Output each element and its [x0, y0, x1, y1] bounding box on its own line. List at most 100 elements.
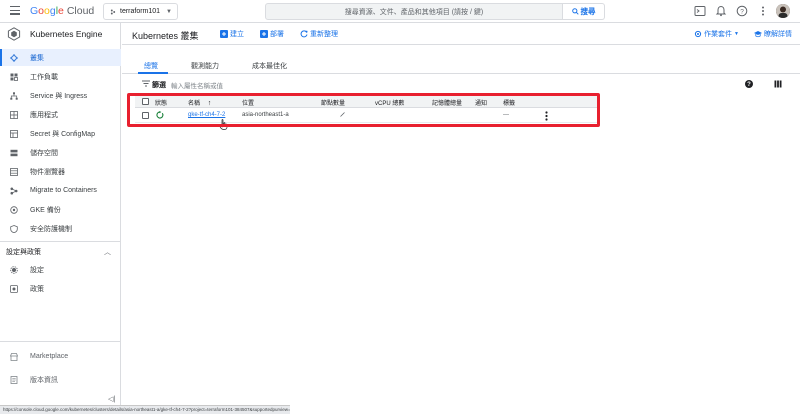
- sidebar-item-workloads[interactable]: 工作負載: [0, 68, 121, 85]
- release-notes-icon: [10, 375, 18, 384]
- migrate-icon: [10, 187, 18, 194]
- page-header: Kubernetes 叢集 建立 部署 重新整理 作業套件 ▼ 瞭解詳情: [122, 23, 800, 45]
- collapse-sidebar-icon[interactable]: ◁|: [108, 395, 115, 403]
- sidebar-item-secrets[interactable]: Secret 與 ConfigMap: [0, 125, 121, 142]
- tab-cost-optimization[interactable]: 成本最佳化: [252, 61, 287, 71]
- clusters-icon: [10, 53, 18, 62]
- main-menu-icon[interactable]: [10, 6, 20, 16]
- header-memory[interactable]: 記憶體總量: [432, 98, 462, 107]
- cluster-labels: —: [503, 112, 509, 118]
- cloud-shell-icon[interactable]: [694, 5, 706, 17]
- tab-observability[interactable]: 觀測能力: [191, 61, 219, 71]
- sidebar-divider-bottom: [0, 341, 121, 342]
- avatar[interactable]: [776, 4, 790, 18]
- help-icon[interactable]: ?: [736, 5, 748, 17]
- kubernetes-engine-icon: [7, 27, 21, 41]
- browser-status-url: https://console.cloud.google.com/kuberne…: [0, 405, 290, 414]
- header-notifications[interactable]: 通知: [475, 98, 487, 107]
- search-input[interactable]: 搜尋資源、文件、產品和其他項目 (請按 / 鍵): [265, 3, 563, 20]
- table-row[interactable]: gke-tf-ch4-7-2 asia-northeast1-a —: [135, 108, 597, 123]
- hand-pointer-cursor-icon: [219, 119, 228, 130]
- header-vcpu[interactable]: vCPU 總數: [375, 98, 404, 107]
- filter-bar[interactable]: 篩選 輸入屬性名稱或值 ?: [122, 75, 800, 92]
- project-icon: [110, 9, 116, 14]
- status-ok-icon: [156, 111, 164, 119]
- project-selector[interactable]: terraform101 ▼: [103, 3, 178, 20]
- header-status[interactable]: 狀態: [155, 98, 167, 107]
- backup-icon: [10, 205, 18, 214]
- operations-icon: [694, 30, 702, 38]
- search-button[interactable]: 搜尋: [563, 3, 605, 20]
- chevron-down-icon: ▼: [166, 8, 172, 15]
- clusters-table: 狀態 名稱 ↑ 位置 節點數量 vCPU 總數 記憶體總量 通知 標籤 gke-…: [135, 95, 597, 130]
- active-tab-indicator: [138, 72, 168, 74]
- header-labels[interactable]: 標籤: [503, 98, 515, 107]
- table-help-icon[interactable]: ?: [745, 80, 753, 88]
- select-all-checkbox[interactable]: [142, 98, 149, 105]
- top-bar: Google Cloud terraform101 ▼ 搜尋資源、文件、產品和其…: [0, 0, 800, 23]
- school-icon: [754, 31, 762, 38]
- chevron-down-icon: ▼: [734, 31, 739, 37]
- storage-icon: [10, 149, 18, 156]
- chevron-up-icon[interactable]: ︿: [104, 247, 111, 257]
- row-checkbox[interactable]: [142, 112, 149, 119]
- add-box-icon: [220, 30, 228, 38]
- avatar-image: [776, 4, 790, 18]
- cluster-nodes-loading: [340, 112, 345, 119]
- header-name[interactable]: 名稱 ↑: [188, 98, 211, 107]
- security-icon: [10, 224, 18, 233]
- svg-text:?: ?: [740, 8, 744, 15]
- object-browser-icon: [10, 167, 18, 176]
- sidebar-item-release-notes[interactable]: 版本資訊: [0, 371, 121, 388]
- loading-spinner-icon: [340, 112, 345, 117]
- google-cloud-logo[interactable]: Google Cloud: [30, 5, 94, 17]
- sidebar-item-marketplace[interactable]: Marketplace: [0, 348, 121, 365]
- notifications-icon[interactable]: [715, 5, 727, 17]
- deploy-icon: [260, 30, 268, 38]
- sidebar-item-object-browser[interactable]: 物件瀏覽器: [0, 163, 121, 180]
- project-name: terraform101: [120, 8, 161, 15]
- column-display-icon[interactable]: [774, 80, 782, 88]
- learn-more-button[interactable]: 瞭解詳情: [754, 29, 792, 39]
- sidebar-item-storage[interactable]: 儲存空間: [0, 144, 121, 161]
- tab-bar: 總覽 觀測能力 成本最佳化: [122, 56, 800, 74]
- sidebar-item-settings[interactable]: 設定: [0, 261, 121, 278]
- tab-overview[interactable]: 總覽: [144, 61, 158, 71]
- filter-icon: [142, 80, 150, 87]
- cluster-location: asia-northeast1-a: [242, 112, 289, 118]
- svg-text:?: ?: [747, 82, 751, 88]
- services-icon: [10, 91, 18, 100]
- header-nodes[interactable]: 節點數量: [321, 98, 345, 107]
- marketplace-icon: [10, 352, 18, 361]
- product-title: Kubernetes Engine: [30, 29, 103, 39]
- secrets-icon: [10, 129, 18, 138]
- workloads-icon: [10, 73, 18, 81]
- table-header-row: 狀態 名稱 ↑ 位置 節點數量 vCPU 總數 記憶體總量 通知 標籤: [135, 95, 597, 108]
- sidebar-item-security[interactable]: 安全防護機制: [0, 220, 121, 237]
- header-location[interactable]: 位置: [242, 98, 254, 107]
- sidebar: Kubernetes Engine 叢集 工作負載 Service 與 Ingr…: [0, 23, 121, 414]
- sidebar-item-backup[interactable]: GKE 備份: [0, 201, 121, 218]
- sidebar-item-policy[interactable]: 政策: [0, 280, 121, 297]
- refresh-button[interactable]: 重新整理: [300, 29, 338, 39]
- applications-icon: [10, 110, 18, 119]
- settings-icon: [10, 265, 18, 274]
- operations-suite-menu[interactable]: 作業套件 ▼: [694, 29, 739, 39]
- sidebar-divider: [0, 241, 121, 242]
- sidebar-section-title[interactable]: 設定與政策: [6, 247, 41, 257]
- create-button[interactable]: 建立: [220, 29, 244, 39]
- sort-arrow-up-icon: ↑: [207, 100, 212, 107]
- sidebar-item-services[interactable]: Service 與 Ingress: [0, 87, 121, 104]
- sidebar-item-clusters[interactable]: 叢集: [0, 49, 121, 66]
- filter-input[interactable]: 輸入屬性名稱或值: [171, 80, 223, 90]
- deploy-button[interactable]: 部署: [260, 29, 284, 39]
- filter-label: 篩選: [152, 82, 166, 89]
- search-icon: [571, 8, 579, 15]
- sidebar-item-migrate[interactable]: Migrate to Containers: [0, 182, 121, 199]
- product-header: Kubernetes Engine: [0, 23, 121, 45]
- sidebar-item-applications[interactable]: 應用程式: [0, 106, 121, 123]
- page-title: Kubernetes 叢集: [132, 31, 199, 41]
- cluster-name-link[interactable]: gke-tf-ch4-7-2: [188, 112, 225, 118]
- more-vert-icon[interactable]: [757, 5, 769, 17]
- row-actions-more-icon[interactable]: [545, 111, 548, 121]
